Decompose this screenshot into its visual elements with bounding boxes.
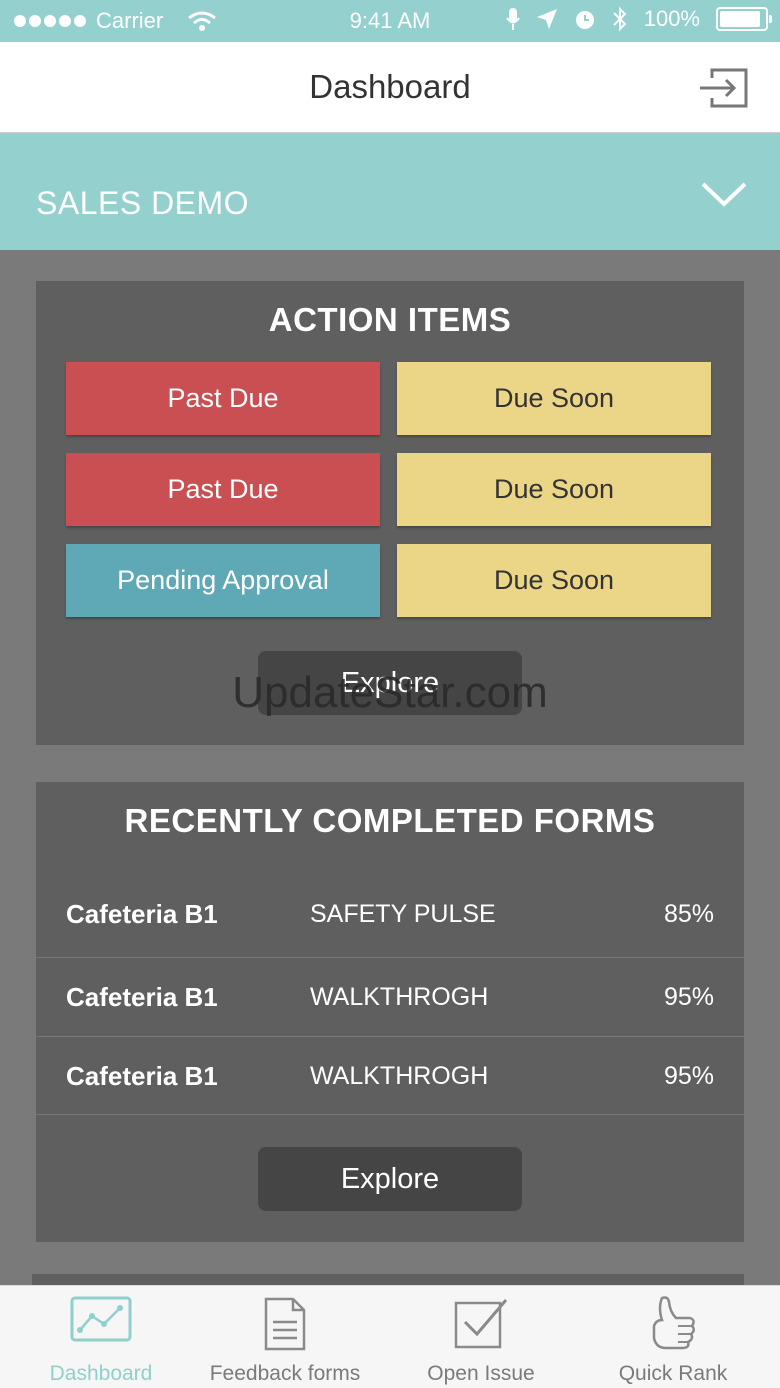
recent-forms-card: RECENTLY COMPLETED FORMS Cafeteria B1 SA…	[36, 782, 744, 1242]
tile-label: Past Due	[167, 474, 279, 504]
battery-fill	[720, 11, 760, 27]
explore-label: Explore	[340, 666, 440, 699]
tab-dashboard[interactable]: Dashboard	[0, 1286, 202, 1388]
page-title: Dashboard	[309, 68, 471, 105]
tile-label: Due Soon	[493, 565, 615, 595]
status-bar: Carrier 9:41 AM 100%	[0, 0, 780, 42]
organization-name: SALES DEMO	[36, 185, 250, 221]
table-row[interactable]: Cafeteria B1 WALKTHROGH 95%	[36, 957, 744, 1036]
checkbox-icon	[454, 1299, 508, 1349]
tab-feedback-forms[interactable]: Feedback forms	[185, 1286, 385, 1388]
tab-bar: Dashboard Feedback forms Open Issue Quic…	[0, 1285, 780, 1388]
form-name: SAFETY PULSE	[310, 900, 496, 928]
tab-label: Dashboard	[49, 1362, 153, 1385]
location-name: Cafeteria B1	[66, 1061, 218, 1091]
chevron-down-icon[interactable]	[700, 179, 748, 209]
explore-label: Explore	[340, 1162, 440, 1195]
organization-selector[interactable]: SALES DEMO	[0, 133, 780, 250]
navigation-bar: Dashboard	[0, 42, 780, 133]
microphone-icon	[505, 8, 520, 30]
bluetooth-icon	[613, 6, 627, 32]
past-due-tile[interactable]: Past Due	[66, 362, 380, 435]
past-due-tile[interactable]: Past Due	[66, 453, 380, 526]
table-row[interactable]: Cafeteria B1 SAFETY PULSE 85%	[36, 875, 744, 953]
due-soon-tile[interactable]: Due Soon	[397, 362, 711, 435]
tab-quick-rank[interactable]: Quick Rank	[577, 1286, 769, 1388]
tile-label: Due Soon	[493, 383, 615, 413]
document-icon	[264, 1297, 306, 1351]
tab-label: Open Issue	[427, 1362, 535, 1385]
thumbs-up-icon	[652, 1296, 695, 1350]
action-items-card: ACTION ITEMS Past Due Due Soon Past Due …	[36, 281, 744, 745]
tab-label: Quick Rank	[618, 1362, 728, 1385]
action-items-explore-button[interactable]: Explore	[258, 651, 522, 715]
due-soon-tile[interactable]: Due Soon	[397, 453, 711, 526]
tab-open-issue[interactable]: Open Issue	[385, 1286, 577, 1388]
form-score: 85%	[663, 900, 714, 928]
due-soon-tile[interactable]: Due Soon	[397, 544, 711, 617]
recent-forms-title: RECENTLY COMPLETED FORMS	[124, 802, 656, 839]
battery-icon	[716, 7, 772, 31]
chart-icon	[70, 1296, 132, 1342]
pending-approval-tile[interactable]: Pending Approval	[66, 544, 380, 617]
logout-icon[interactable]	[698, 66, 750, 110]
tile-label: Pending Approval	[117, 565, 329, 595]
table-divider	[36, 1114, 744, 1115]
tab-label: Feedback forms	[209, 1362, 361, 1385]
location-name: Cafeteria B1	[66, 982, 218, 1012]
table-row[interactable]: Cafeteria B1 WALKTHROGH 95%	[36, 1036, 744, 1115]
form-score: 95%	[663, 1062, 714, 1090]
status-right: 100%	[505, 6, 772, 32]
form-name: WALKTHROGH	[310, 983, 489, 1011]
location-name: Cafeteria B1	[66, 899, 218, 929]
alarm-icon	[575, 11, 594, 29]
tile-label: Due Soon	[493, 474, 615, 504]
action-items-title: ACTION ITEMS	[268, 301, 512, 338]
battery-percent: 100%	[643, 6, 700, 31]
recent-forms-explore-button[interactable]: Explore	[258, 1147, 522, 1211]
tile-label: Past Due	[167, 383, 279, 413]
location-arrow-icon	[536, 9, 557, 29]
form-score: 95%	[663, 983, 714, 1011]
form-name: WALKTHROGH	[310, 1062, 489, 1090]
